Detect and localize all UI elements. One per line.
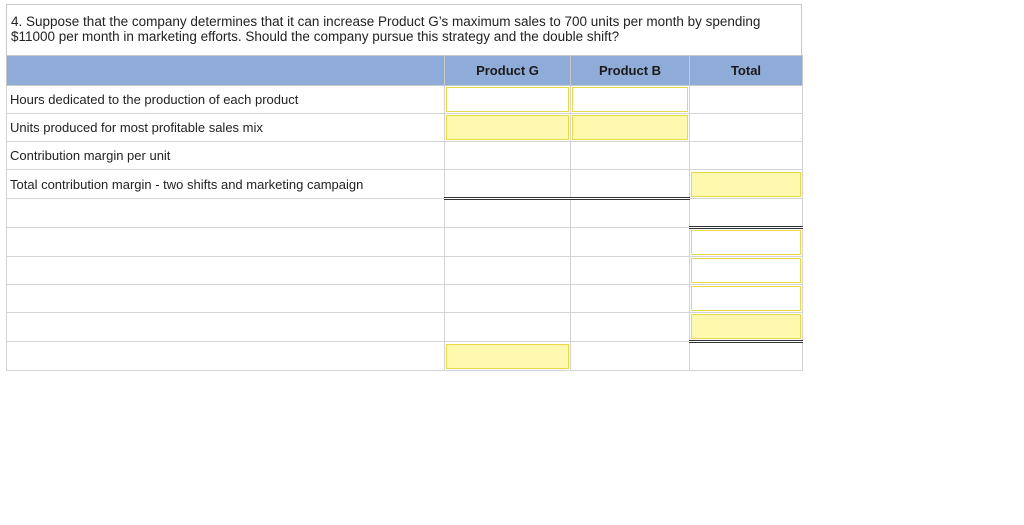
total-cm-product-b-cell (570, 169, 690, 200)
hours-product-g-input[interactable] (446, 87, 569, 112)
units-product-b-input[interactable] (572, 115, 688, 140)
header-blank (6, 55, 445, 86)
table-row (6, 227, 803, 257)
row-label-blank-5 (6, 312, 445, 342)
total-input-2[interactable] (691, 258, 801, 283)
blank-cell (444, 284, 571, 313)
blank-cell (444, 256, 571, 285)
row-label-hours: Hours dedicated to the production of eac… (6, 85, 445, 114)
table-row (6, 256, 803, 285)
header-product-g: Product G (444, 55, 571, 86)
cm-per-unit-total-cell (689, 141, 803, 170)
table-row (6, 284, 803, 313)
blank-cell (444, 198, 571, 228)
table-row: Units produced for most profitable sales… (6, 113, 803, 142)
hours-product-b-input[interactable] (572, 87, 688, 112)
blank-cell (570, 341, 690, 371)
cm-per-unit-product-b-cell (570, 141, 690, 170)
row-label-blank-1 (6, 198, 445, 228)
cm-per-unit-product-g-cell (444, 141, 571, 170)
row-label-units: Units produced for most profitable sales… (6, 113, 445, 142)
blank-cell (570, 256, 690, 285)
table-row (6, 341, 803, 371)
header-total: Total (689, 55, 803, 86)
row-label-blank-2 (6, 227, 445, 257)
row-label-blank-6 (6, 341, 445, 371)
worksheet-table: Product G Product B Total Hours dedicate… (6, 55, 803, 371)
table-row: Hours dedicated to the production of eac… (6, 85, 803, 114)
row-label-total-cm: Total contribution margin - two shifts a… (6, 169, 445, 199)
units-product-g-input[interactable] (446, 115, 569, 140)
blank-cell (570, 284, 690, 313)
blank-total-cell (689, 198, 803, 229)
table-row: Contribution margin per unit (6, 141, 803, 170)
total-input-1[interactable] (691, 230, 801, 255)
units-total-cell (689, 113, 803, 142)
table-row: Total contribution margin - two shifts a… (6, 169, 803, 200)
question-text: 4. Suppose that the company determines t… (6, 4, 802, 55)
row-label-blank-4 (6, 284, 445, 313)
product-g-final-input[interactable] (446, 343, 569, 369)
total-input-3[interactable] (691, 286, 801, 311)
table-row (6, 312, 803, 343)
header-row: Product G Product B Total (6, 55, 803, 86)
total-cm-total-input[interactable] (691, 171, 801, 197)
table-row (6, 198, 803, 229)
blank-cell (570, 198, 690, 228)
blank-cell (444, 227, 571, 257)
row-label-cm-per-unit: Contribution margin per unit (6, 141, 445, 170)
hours-total-cell (689, 85, 803, 114)
blank-cell (444, 312, 571, 342)
total-cm-product-g-cell (444, 169, 571, 200)
blank-cell (570, 227, 690, 257)
row-label-blank-3 (6, 256, 445, 285)
blank-cell (570, 312, 690, 342)
problem-panel: 4. Suppose that the company determines t… (6, 4, 803, 371)
blank-cell (689, 341, 803, 371)
total-input-4[interactable] (691, 314, 801, 339)
header-product-b: Product B (570, 55, 690, 86)
